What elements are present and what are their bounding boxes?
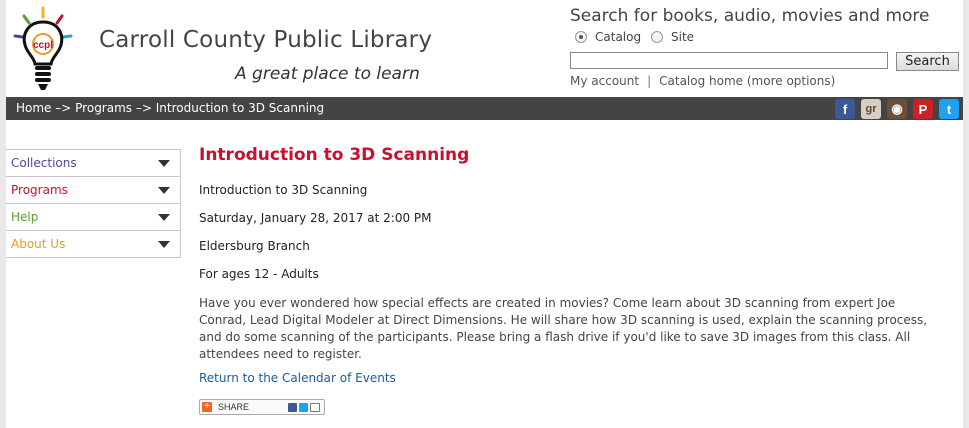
sidebar-item-label: Programs [11, 183, 68, 197]
event-ages: For ages 12 - Adults [199, 267, 319, 281]
chevron-down-icon[interactable] [158, 214, 170, 221]
instagram-icon[interactable]: ◉ [887, 99, 907, 119]
chevron-down-icon[interactable] [158, 241, 170, 248]
event-name: Introduction to 3D Scanning [199, 183, 368, 197]
catalog-home-link[interactable]: Catalog home (more options) [659, 74, 835, 88]
share-button[interactable]: + SHARE [199, 399, 325, 415]
account-links: My account | Catalog home (more options) [570, 74, 835, 88]
page: ccpl Carroll County Public Library A gre… [6, 0, 963, 428]
social-links: f gr ◉ P t [835, 99, 959, 119]
facebook-icon [288, 402, 297, 412]
sidebar-nav: Collections Programs Help About Us [6, 149, 181, 258]
link-separator: | [647, 74, 652, 88]
breadcrumb-separator: –> [135, 101, 152, 115]
scope-catalog-option[interactable]: Catalog [575, 30, 641, 44]
chevron-down-icon[interactable] [158, 187, 170, 194]
search-heading: Search for books, audio, movies and more [570, 6, 930, 26]
catalog-radio-label: Catalog [595, 30, 642, 44]
scope-site-option[interactable]: Site [651, 30, 694, 44]
breadcrumb-separator: –> [55, 101, 72, 115]
logo-text: ccpl [33, 40, 53, 51]
event-description: Have you ever wondered how special effec… [199, 296, 928, 361]
pinterest-icon[interactable]: P [913, 99, 933, 119]
chevron-down-icon[interactable] [158, 160, 170, 167]
goodreads-icon[interactable]: gr [861, 99, 881, 119]
addthis-plus-icon: + [202, 402, 212, 412]
return-to-calendar-link[interactable]: Return to the Calendar of Events [199, 371, 396, 385]
breadcrumb-programs[interactable]: Programs [75, 101, 132, 115]
search-input[interactable] [570, 52, 888, 69]
sidebar-item-label: About Us [11, 237, 66, 251]
breadcrumb-current[interactable]: Introduction to 3D Scanning [156, 101, 324, 115]
breadcrumb-home[interactable]: Home [16, 101, 51, 115]
site-radio-label: Site [671, 30, 695, 44]
page-title: Introduction to 3D Scanning [199, 145, 470, 165]
site-title[interactable]: Carroll County Public Library [99, 27, 432, 53]
facebook-icon[interactable]: f [835, 99, 855, 119]
catalog-radio[interactable] [575, 31, 587, 43]
breadcrumb: Home –> Programs –> Introduction to 3D S… [16, 101, 324, 115]
breadcrumb-bar: Home –> Programs –> Introduction to 3D S… [6, 97, 963, 120]
sidebar-item-programs[interactable]: Programs [6, 177, 181, 204]
twitter-icon[interactable]: t [939, 99, 959, 119]
main-content: Introduction to 3D Scanning Introduction… [199, 145, 939, 415]
site-tagline: A great place to learn [235, 64, 420, 84]
event-branch: Eldersburg Branch [199, 239, 310, 253]
sidebar-item-collections[interactable]: Collections [6, 150, 181, 177]
site-radio[interactable] [651, 31, 663, 43]
library-logo-icon[interactable]: ccpl [12, 6, 74, 94]
event-date-time: Saturday, January 28, 2017 at 2:00 PM [199, 211, 432, 225]
search-button[interactable]: Search [896, 52, 959, 71]
sidebar-item-label: Help [11, 210, 39, 224]
twitter-icon [299, 402, 308, 412]
email-icon [310, 402, 320, 412]
my-account-link[interactable]: My account [570, 74, 639, 88]
sidebar-item-label: Collections [11, 156, 77, 170]
sidebar-item-help[interactable]: Help [6, 204, 181, 231]
sidebar-item-about-us[interactable]: About Us [6, 231, 181, 258]
share-label: SHARE [218, 402, 250, 412]
